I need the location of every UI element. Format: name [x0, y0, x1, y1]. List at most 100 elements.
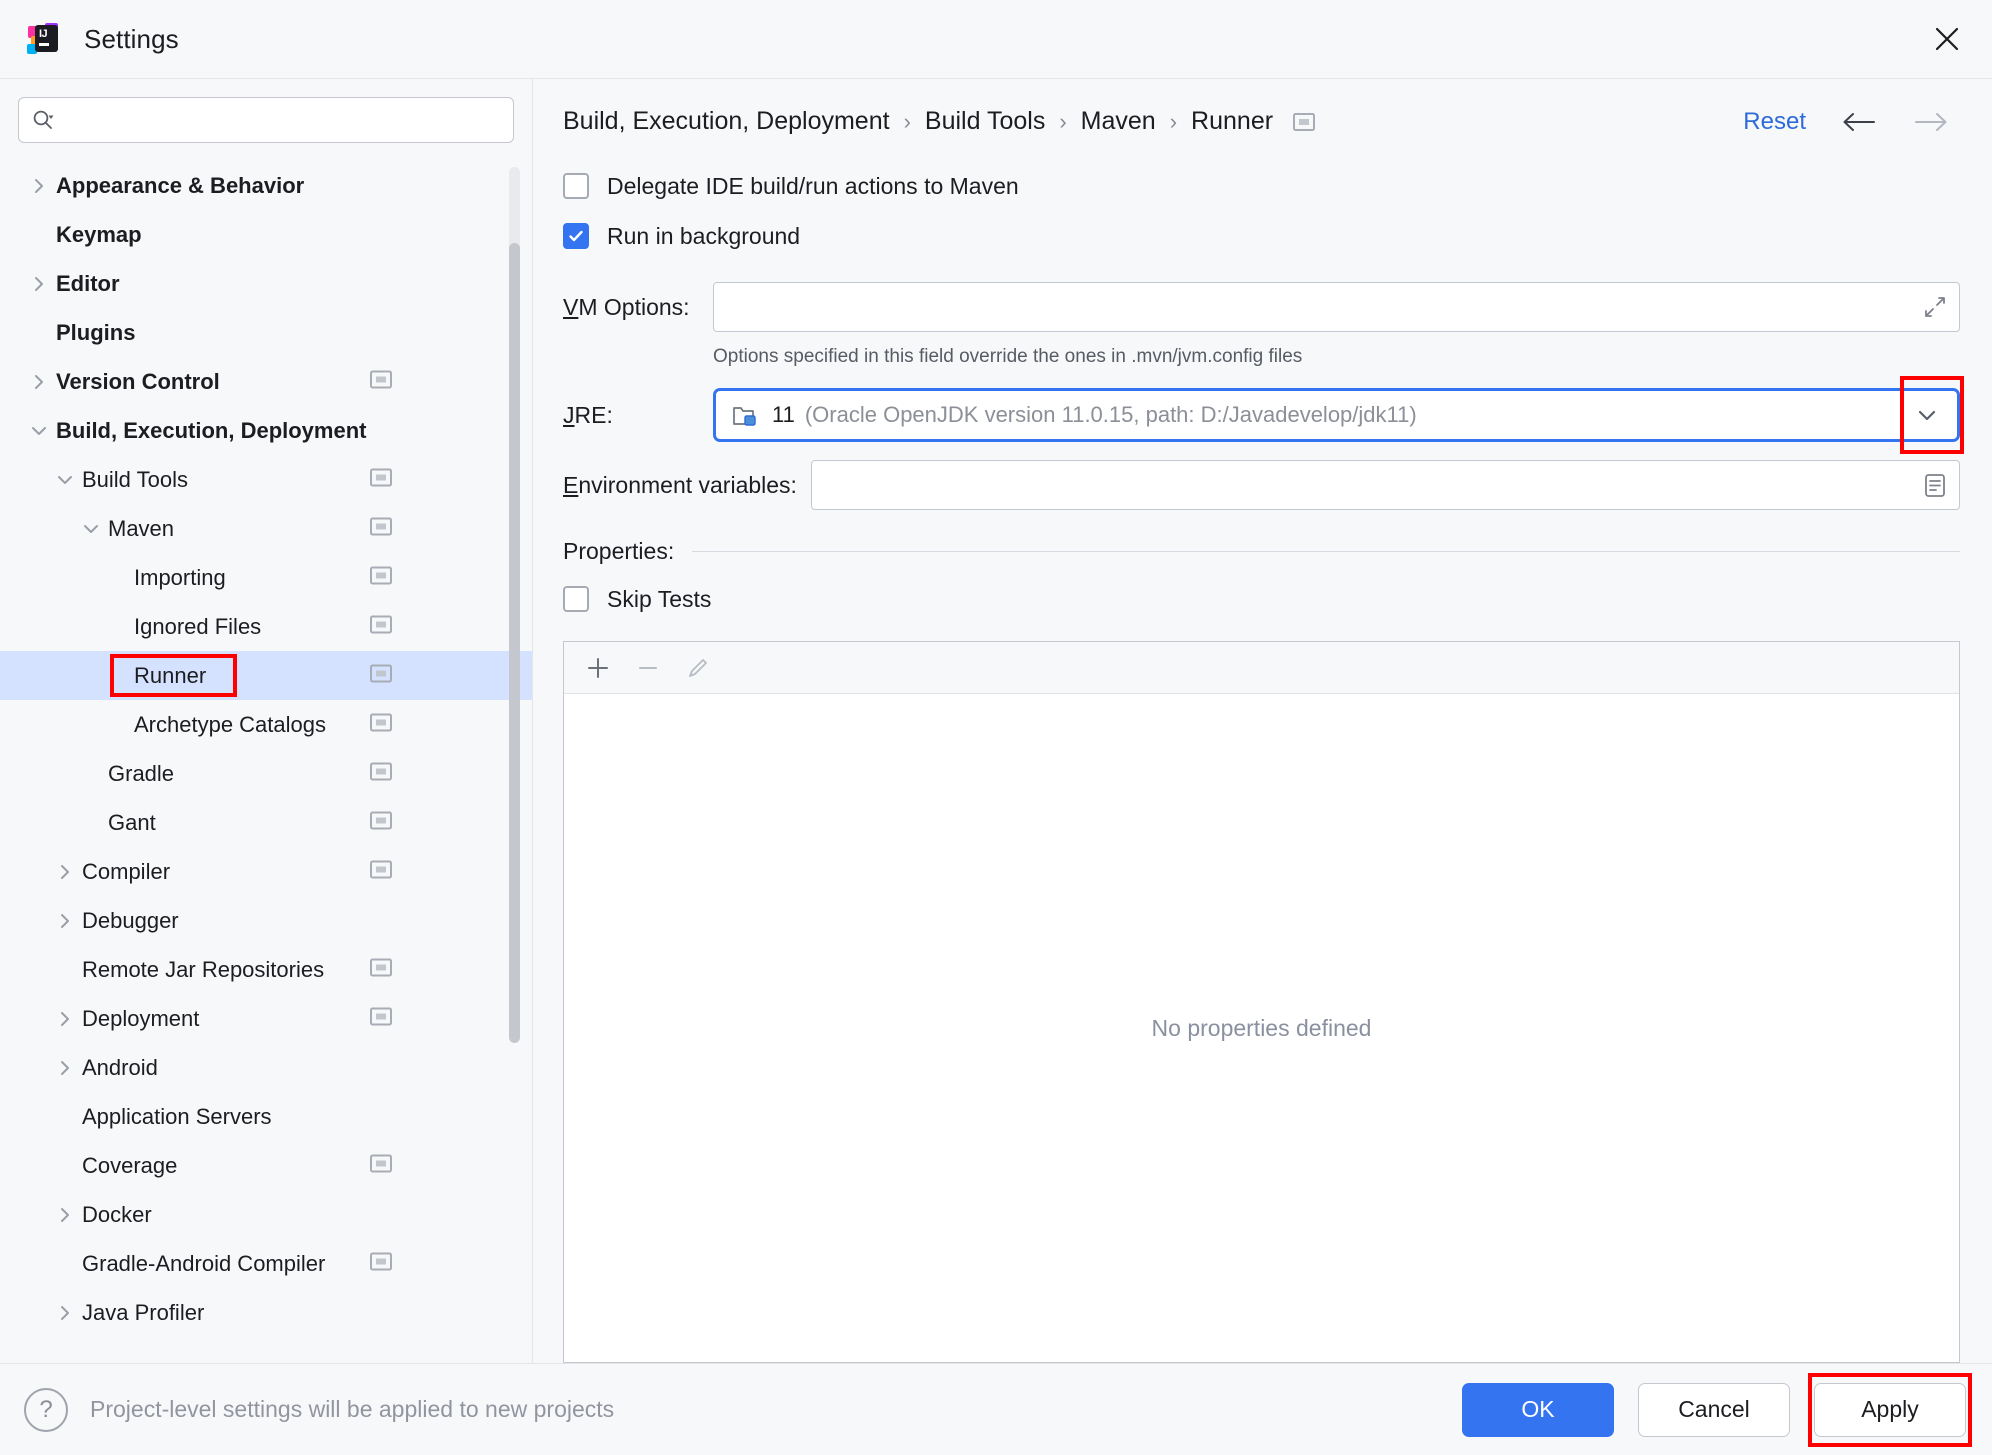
sidebar-item-deployment[interactable]: Deployment	[0, 994, 532, 1043]
sidebar-item-label: Gradle-Android Compiler	[82, 1250, 326, 1276]
sidebar-item-label: Java Profiler	[82, 1299, 205, 1325]
chevron-right-icon[interactable]	[48, 1058, 82, 1078]
sidebar-item-gant[interactable]: Gant	[0, 798, 532, 847]
sidebar-item-importing[interactable]: Importing	[0, 553, 532, 602]
sidebar-item-label: Build, Execution, Deployment	[56, 417, 367, 443]
chevron-right-icon[interactable]	[48, 1009, 82, 1029]
breadcrumb-part-0[interactable]: Build, Execution, Deployment	[563, 107, 890, 136]
sidebar-item-label: Gant	[108, 809, 156, 835]
sidebar-item-label: Maven	[108, 515, 175, 541]
arrow-left-icon[interactable]	[1840, 109, 1878, 135]
chevron-right-icon[interactable]	[22, 176, 56, 196]
sidebar-item-label: Editor	[56, 270, 120, 296]
run-in-background-checkbox[interactable]	[563, 223, 589, 249]
chevron-down-icon	[1918, 410, 1936, 421]
sidebar-item-label: Ignored Files	[134, 613, 262, 639]
sidebar-item-runner[interactable]: Runner	[0, 651, 532, 700]
sidebar-item-version-control[interactable]: Version Control	[0, 357, 532, 406]
dialog-footer: ? Project-level settings will be applied…	[0, 1363, 1992, 1455]
jre-row: JRE: 11 (Oracle OpenJDK version 11.0.15, …	[563, 376, 1964, 454]
vm-options-input[interactable]	[713, 282, 1960, 332]
chevron-right-icon[interactable]	[48, 862, 82, 882]
expand-icon[interactable]	[1921, 293, 1949, 321]
environment-variables-input[interactable]	[811, 460, 1960, 510]
breadcrumb-part-1[interactable]: Build Tools	[925, 107, 1045, 136]
breadcrumb-separator: ›	[1169, 108, 1178, 134]
sidebar-item-docker[interactable]: Docker	[0, 1190, 532, 1239]
sidebar-item-build-tools[interactable]: Build Tools	[0, 455, 532, 504]
settings-sidebar: Appearance & Behavior Keymap Editor Plugins…	[0, 79, 533, 1363]
sidebar-item-archetype-catalogs[interactable]: Archetype Catalogs	[0, 700, 532, 749]
sidebar-item-gradle[interactable]: Gradle	[0, 749, 532, 798]
search-input[interactable]	[61, 108, 501, 132]
arrow-right-icon	[1912, 109, 1950, 135]
chevron-right-icon[interactable]	[48, 1303, 82, 1323]
footer-hint: Project-level settings will be applied t…	[90, 1396, 615, 1422]
sidebar-item-debugger[interactable]: Debugger	[0, 896, 532, 945]
sidebar-item-label: Coverage	[82, 1152, 178, 1178]
delegate-checkbox-label: Delegate IDE build/run actions to Maven	[607, 172, 1019, 199]
delegate-checkbox-row[interactable]: Delegate IDE build/run actions to Maven	[563, 164, 1960, 208]
sidebar-item-label: Importing	[134, 564, 226, 590]
skip-tests-checkbox-row[interactable]: Skip Tests	[563, 577, 1960, 621]
chevron-right-icon[interactable]	[22, 274, 56, 294]
run-in-background-label: Run in background	[607, 222, 801, 249]
chevron-down-icon[interactable]	[48, 470, 82, 490]
search-box[interactable]	[18, 97, 514, 143]
breadcrumb-part-2[interactable]: Maven	[1081, 107, 1156, 136]
plus-icon	[588, 657, 608, 678]
run-in-background-checkbox-row[interactable]: Run in background	[563, 214, 1960, 258]
sidebar-item-label: Remote Jar Repositories	[82, 956, 325, 982]
skip-tests-checkbox[interactable]	[563, 586, 589, 612]
project-level-icon	[370, 370, 392, 394]
sidebar-scrollbar[interactable]	[509, 167, 520, 1043]
sidebar-item-label: Version Control	[56, 368, 220, 394]
skip-tests-label: Skip Tests	[607, 585, 712, 612]
chevron-right-icon[interactable]	[22, 372, 56, 392]
sidebar-item-ignored-files[interactable]: Ignored Files	[0, 602, 532, 651]
apply-button[interactable]: Apply	[1814, 1382, 1966, 1437]
chevron-down-icon[interactable]	[22, 421, 56, 441]
sidebar-scrollbar-thumb[interactable]	[509, 243, 520, 1043]
breadcrumb-part-3[interactable]: Runner	[1191, 107, 1273, 136]
sidebar-item-build-execution-deployment[interactable]: Build, Execution, Deployment	[0, 406, 532, 455]
sidebar-item-coverage[interactable]: Coverage	[0, 1141, 532, 1190]
sidebar-item-application-servers[interactable]: Application Servers	[0, 1092, 532, 1141]
header-actions: Reset	[1743, 108, 1962, 136]
sidebar-item-compiler[interactable]: Compiler	[0, 847, 532, 896]
delegate-checkbox[interactable]	[563, 173, 589, 199]
sidebar-item-android[interactable]: Android	[0, 1043, 532, 1092]
remove-property-button[interactable]	[626, 648, 670, 688]
sidebar-item-plugins[interactable]: Plugins	[0, 308, 532, 357]
ok-button[interactable]: OK	[1462, 1382, 1614, 1437]
chevron-right-icon[interactable]	[48, 1205, 82, 1225]
breadcrumb-separator: ›	[903, 108, 911, 134]
properties-empty-message: No properties defined	[564, 694, 1959, 1362]
chevron-right-icon[interactable]	[48, 911, 82, 931]
sidebar-item-maven[interactable]: Maven	[0, 504, 532, 553]
list-icon[interactable]	[1921, 471, 1949, 499]
sidebar-item-label: Archetype Catalogs	[134, 711, 326, 737]
sidebar-item-remote-jar-repositories[interactable]: Remote Jar Repositories	[0, 945, 532, 994]
chevron-down-icon[interactable]	[74, 519, 108, 539]
sidebar-item-editor[interactable]: Editor	[0, 259, 532, 308]
project-level-icon	[370, 811, 392, 835]
sidebar-item-label: Compiler	[82, 858, 171, 884]
sidebar-item-label: Android	[82, 1054, 158, 1080]
project-level-icon	[370, 1154, 392, 1178]
question-mark-icon[interactable]: ?	[24, 1387, 68, 1432]
close-icon[interactable]	[1924, 16, 1970, 62]
cancel-button[interactable]: Cancel	[1638, 1382, 1790, 1437]
reset-button[interactable]: Reset	[1743, 108, 1806, 136]
sidebar-item-gradle-android-compiler[interactable]: Gradle-Android Compiler	[0, 1239, 532, 1288]
edit-property-button[interactable]	[676, 648, 720, 688]
runner-settings-form: Delegate IDE build/run actions to Maven …	[533, 146, 1992, 1363]
add-property-button[interactable]	[576, 648, 620, 688]
sidebar-item-label: Deployment	[82, 1005, 200, 1031]
sidebar-item-appearance-behavior[interactable]: Appearance & Behavior	[0, 161, 532, 210]
sidebar-item-java-profiler[interactable]: Java Profiler	[0, 1288, 532, 1337]
jre-dropdown-button[interactable]	[1897, 391, 1957, 439]
minus-icon	[639, 666, 657, 669]
sidebar-item-keymap[interactable]: Keymap	[0, 210, 532, 259]
jre-combobox[interactable]: 11 (Oracle OpenJDK version 11.0.15, path:…	[713, 388, 1960, 442]
